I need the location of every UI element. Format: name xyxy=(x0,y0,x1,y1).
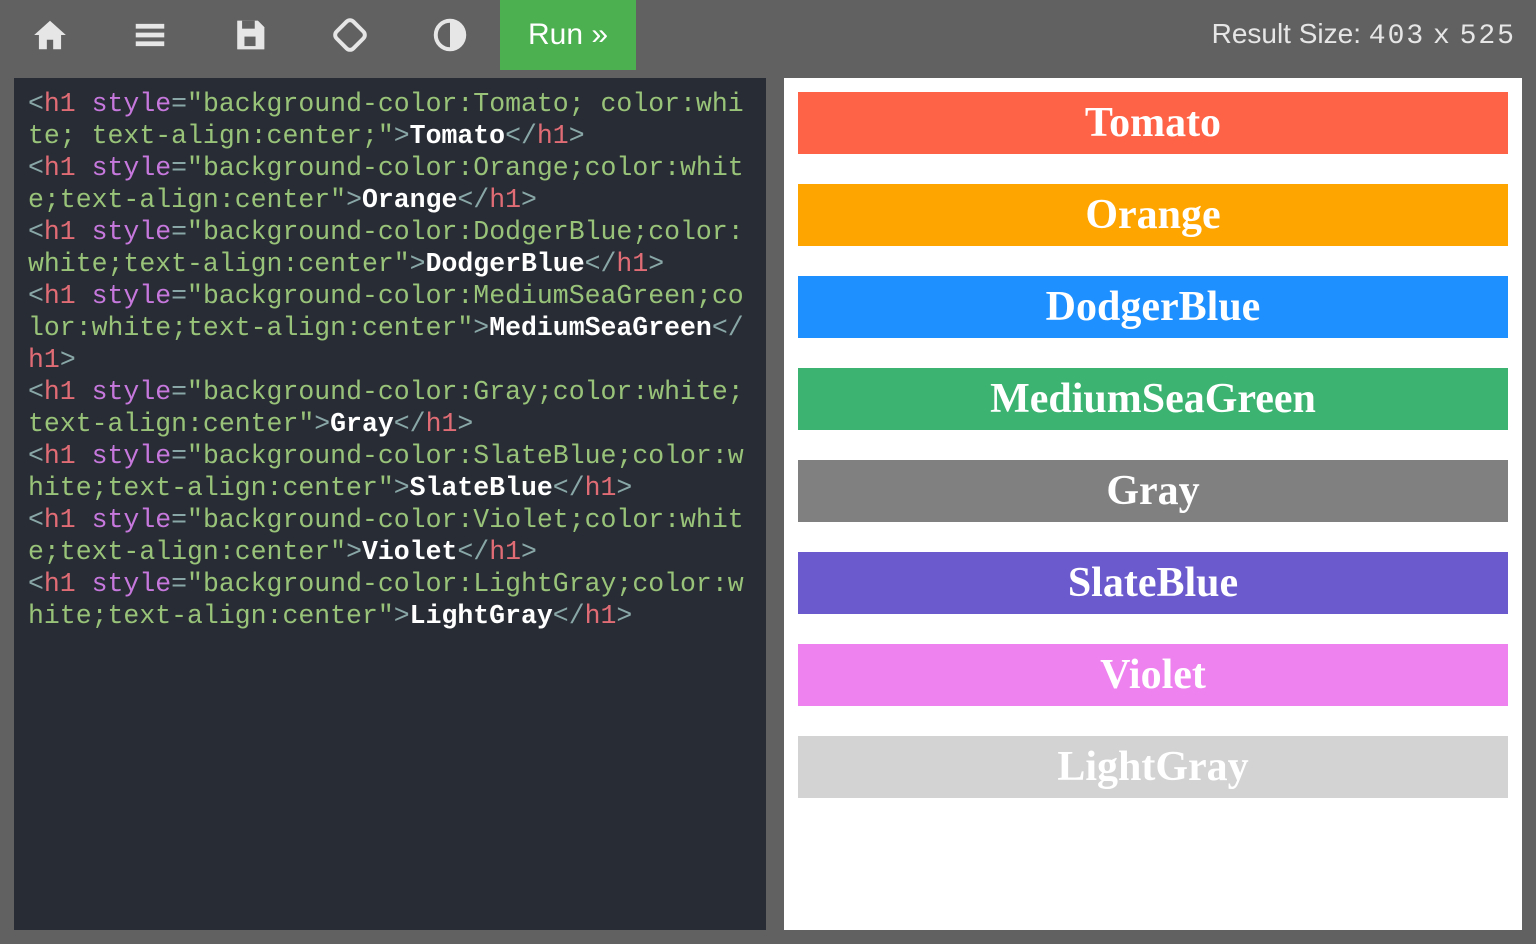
result-sep: x xyxy=(1433,21,1452,52)
result-heading: Gray xyxy=(798,460,1508,522)
result-pane: Tomato Orange DodgerBlue MediumSeaGreen Gray… xyxy=(784,78,1522,930)
result-heading: Violet xyxy=(798,644,1508,706)
theme-icon[interactable] xyxy=(420,5,480,65)
result-heading: Orange xyxy=(798,184,1508,246)
result-heading: MediumSeaGreen xyxy=(798,368,1508,430)
result-heading: Tomato xyxy=(798,92,1508,154)
result-heading: LightGray xyxy=(798,736,1508,798)
save-icon[interactable] xyxy=(220,5,280,65)
result-height: 525 xyxy=(1460,21,1516,52)
code-editor[interactable]: <h1 style="background-color:Tomato; colo… xyxy=(14,78,766,930)
result-size-label: Result Size: 403 x 525 xyxy=(1212,18,1516,52)
run-button[interactable]: Run » xyxy=(500,0,636,70)
result-heading: DodgerBlue xyxy=(798,276,1508,338)
menu-icon[interactable] xyxy=(120,5,180,65)
result-heading: SlateBlue xyxy=(798,552,1508,614)
result-width: 403 xyxy=(1369,21,1425,52)
home-icon[interactable] xyxy=(20,5,80,65)
workspace: <h1 style="background-color:Tomato; colo… xyxy=(0,70,1536,944)
toolbar: Run » Result Size: 403 x 525 xyxy=(0,0,1536,70)
result-size-text: Result Size: xyxy=(1212,18,1361,49)
rotate-icon[interactable] xyxy=(320,5,380,65)
